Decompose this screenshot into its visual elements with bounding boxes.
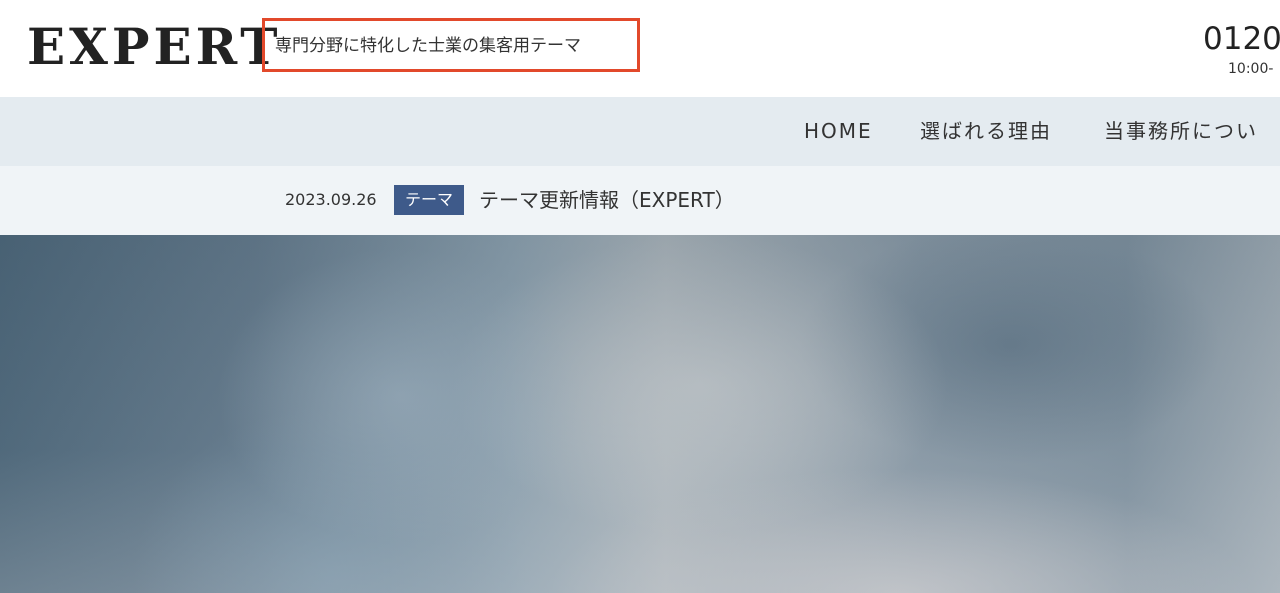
phone-number[interactable]: 0120 [1203,20,1280,58]
news-title-link[interactable]: テーマ更新情報（EXPERT） [479,188,735,212]
page: EXPERT 専門分野に特化した士業の集客用テーマ 0120 10:00- HO… [0,0,1280,593]
site-tagline: 専門分野に特化した士業の集客用テーマ [275,36,581,56]
news-date: 2023.09.26 [285,190,377,209]
nav-item-reasons[interactable]: 選ばれる理由 [920,119,1052,143]
hero-overlay [0,235,1280,593]
news-category-badge[interactable]: テーマ [394,185,464,215]
site-logo[interactable]: EXPERT [27,18,282,76]
site-header: EXPERT 専門分野に特化した士業の集客用テーマ 0120 10:00- [0,0,1280,97]
nav-item-about-office[interactable]: 当事務所につい [1104,119,1258,143]
global-nav: HOME 選ばれる理由 当事務所につい [0,97,1280,166]
tagline-highlight-box: 専門分野に特化した士業の集客用テーマ [262,18,640,72]
business-hours: 10:00- [1228,61,1274,77]
news-ticker: 2023.09.26 テーマ テーマ更新情報（EXPERT） [0,166,1280,235]
hero-image [0,235,1280,593]
nav-item-home[interactable]: HOME [804,119,873,143]
